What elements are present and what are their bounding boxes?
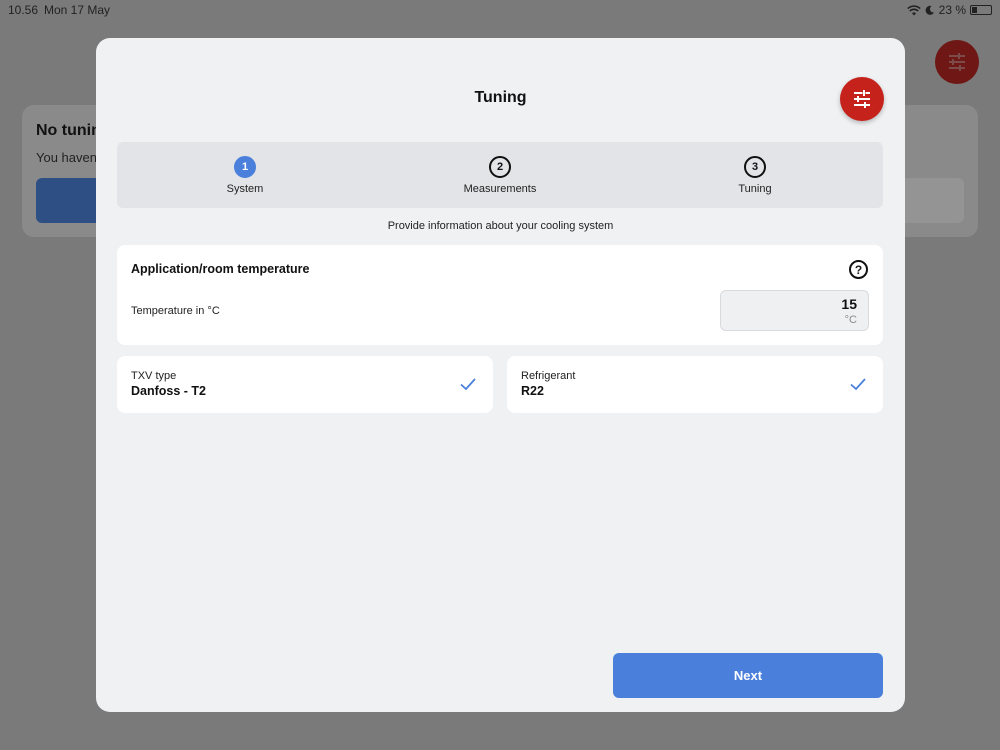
step-label: Measurements bbox=[463, 183, 537, 195]
refrigerant-value: R22 bbox=[521, 384, 544, 398]
sliders-icon bbox=[949, 53, 965, 71]
checkmark-icon bbox=[850, 378, 866, 391]
status-time: 10.56 bbox=[8, 3, 39, 17]
background-settings-button bbox=[935, 40, 979, 84]
status-date: Mon 17 May bbox=[44, 3, 111, 17]
txv-type-selector[interactable]: TXV type Danfoss - T2 bbox=[117, 356, 493, 413]
stepper: 1 System 2 Measurements 3 Tuning bbox=[117, 142, 883, 208]
refrigerant-label: Refrigerant bbox=[521, 370, 576, 382]
step-number: 2 bbox=[489, 156, 511, 178]
step-tuning[interactable]: 3 Tuning bbox=[685, 156, 825, 195]
step-number: 3 bbox=[744, 156, 766, 178]
help-icon[interactable]: ? bbox=[849, 260, 868, 279]
txv-type-value: Danfoss - T2 bbox=[131, 384, 207, 398]
step-label: System bbox=[226, 183, 264, 195]
step-system[interactable]: 1 System bbox=[175, 156, 315, 195]
step-description: Provide information about your cooling s… bbox=[387, 220, 614, 232]
step-number: 1 bbox=[234, 156, 256, 178]
txv-type-label: TXV type bbox=[131, 370, 177, 382]
background-title: No tunin bbox=[36, 122, 101, 139]
step-label: Tuning bbox=[738, 183, 772, 195]
temperature-input[interactable]: 15 °C bbox=[720, 290, 869, 331]
sliders-icon bbox=[854, 90, 870, 108]
background-text: You haven' bbox=[36, 150, 100, 165]
battery-percentage: 23 % bbox=[938, 3, 966, 17]
checkmark-icon bbox=[460, 378, 476, 391]
temperature-card: Application/room temperature ? Temperatu… bbox=[117, 245, 883, 345]
temperature-field-label: Temperature in °C bbox=[131, 305, 220, 317]
battery-icon bbox=[970, 5, 992, 15]
next-button[interactable]: Next bbox=[613, 653, 883, 698]
step-measurements[interactable]: 2 Measurements bbox=[430, 156, 570, 195]
settings-button[interactable] bbox=[840, 77, 884, 121]
refrigerant-selector[interactable]: Refrigerant R22 bbox=[507, 356, 883, 413]
tuning-modal: Tuning 1 System 2 Measurements 3 Tuning bbox=[96, 38, 905, 712]
status-bar: 10.56 Mon 17 May 23 % bbox=[0, 0, 1000, 18]
status-right: 23 % bbox=[906, 3, 992, 17]
temperature-heading: Application/room temperature bbox=[131, 262, 310, 276]
temperature-value: 15 bbox=[841, 296, 857, 312]
modal-title: Tuning bbox=[474, 89, 527, 106]
wifi-icon bbox=[906, 4, 921, 15]
moon-icon bbox=[925, 5, 934, 15]
temperature-unit: °C bbox=[844, 314, 857, 326]
